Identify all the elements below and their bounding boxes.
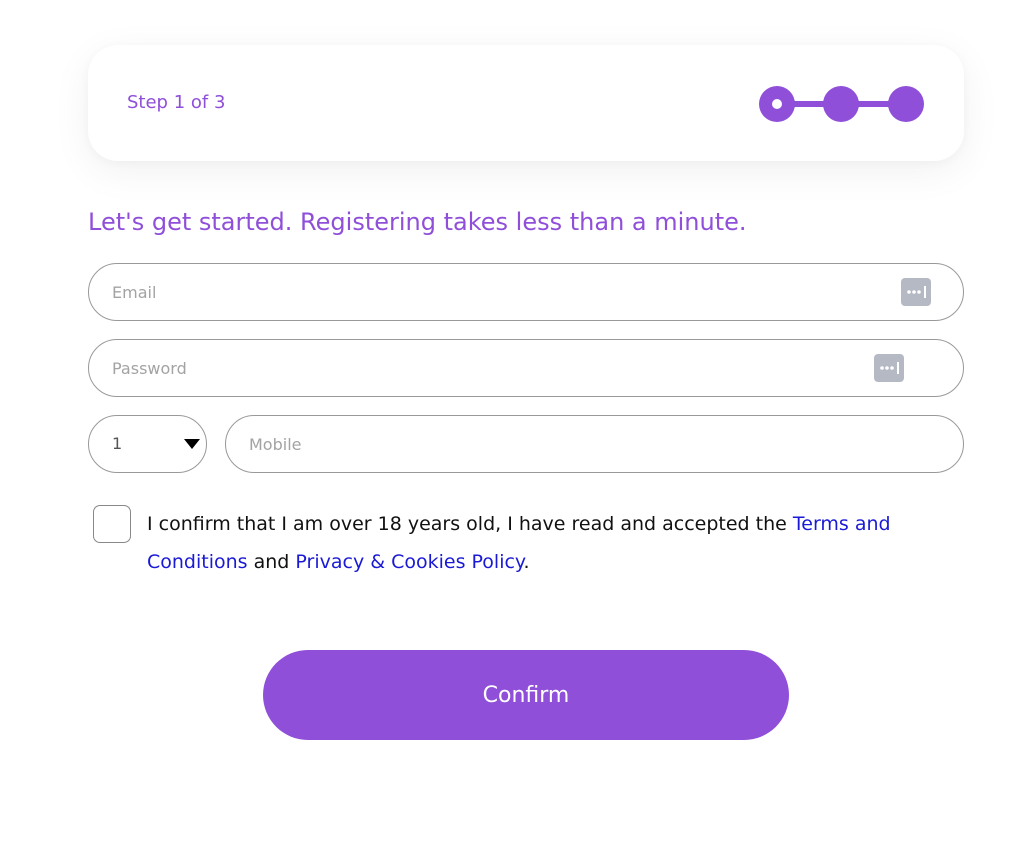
password-key-icon[interactable]	[901, 278, 931, 306]
country-code-select[interactable]: 1	[88, 415, 207, 473]
step-dot-icon	[888, 86, 924, 122]
privacy-link[interactable]: Privacy & Cookies Policy	[295, 551, 523, 573]
consent-text-before: I confirm that I am over 18 years old, I…	[147, 513, 793, 535]
registration-page: Step 1 of 3 Let's get started. Registeri…	[0, 0, 1024, 845]
age-consent-checkbox[interactable]	[93, 505, 131, 543]
password-field	[88, 339, 964, 397]
step-progress-indicator	[759, 86, 924, 122]
consent-text: I confirm that I am over 18 years old, I…	[147, 505, 927, 581]
mobile-field	[225, 415, 964, 473]
page-heading: Let's get started. Registering takes les…	[88, 208, 747, 236]
step-dot-icon	[823, 86, 859, 122]
password-input[interactable]	[112, 340, 724, 396]
confirm-button[interactable]: Confirm	[263, 650, 789, 740]
consent-text-after: .	[523, 551, 530, 573]
email-input[interactable]	[112, 264, 724, 320]
email-field	[88, 263, 964, 321]
country-code-value: 1	[112, 434, 123, 453]
caret-down-icon	[184, 439, 200, 449]
consent-text-between: and	[247, 551, 296, 573]
step-dot-current-center	[772, 99, 782, 109]
password-key-icon[interactable]	[874, 354, 904, 382]
progress-card: Step 1 of 3	[88, 45, 964, 161]
step-label: Step 1 of 3	[127, 92, 226, 113]
mobile-input[interactable]	[249, 416, 913, 472]
